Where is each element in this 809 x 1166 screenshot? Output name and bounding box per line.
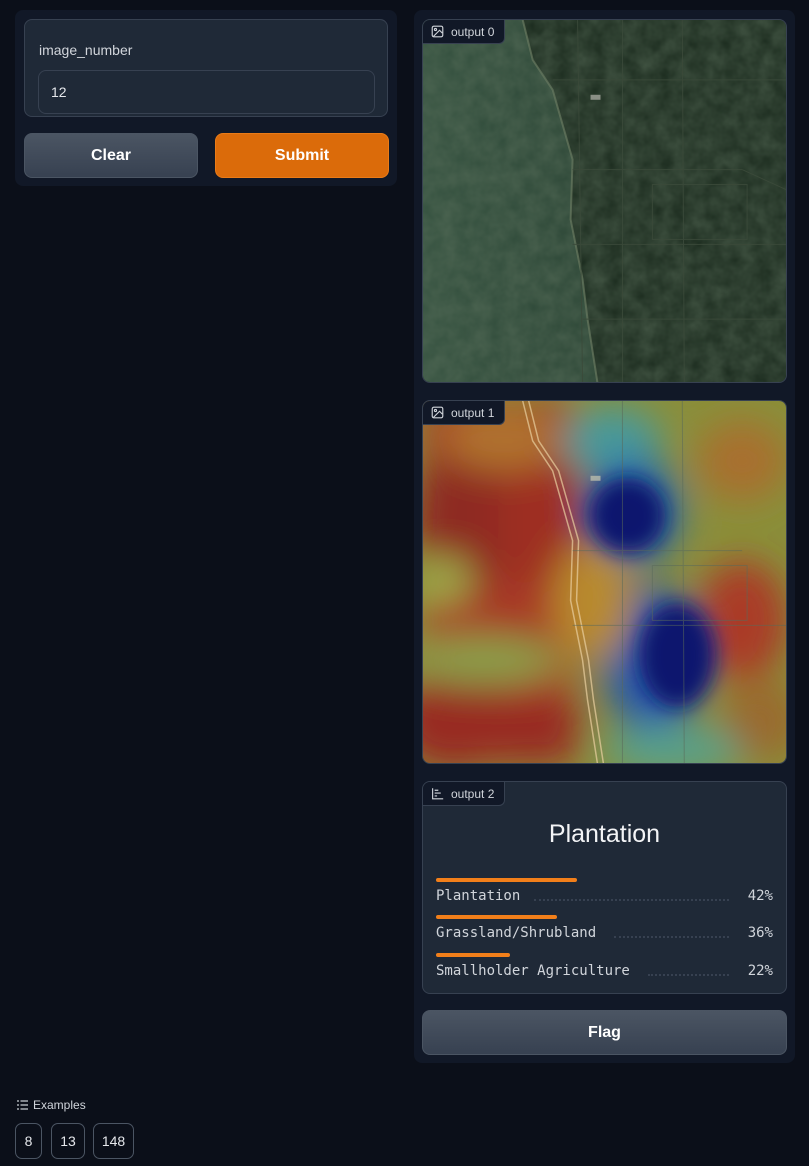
confidence-bar	[436, 915, 557, 919]
confidence-label: Grassland/Shrubland	[436, 925, 597, 941]
output-2-label: output 2 Plantation Plantation 42% Grass…	[422, 781, 787, 994]
confidence-row[interactable]: Grassland/Shrubland 36%	[436, 915, 773, 951]
output-panel: output 0 output 1 output 2 Plantation Pl…	[414, 10, 795, 1063]
satellite-image	[423, 20, 786, 382]
flag-button[interactable]: Flag	[422, 1010, 787, 1055]
input-panel: image_number Clear Submit	[15, 10, 397, 186]
heatmap-image	[423, 401, 786, 763]
clear-button[interactable]: Clear	[24, 133, 198, 178]
bar-chart-icon	[432, 788, 444, 800]
confidence-bar	[436, 953, 510, 957]
examples-label: Examples	[33, 1098, 86, 1112]
confidence-label: Plantation	[436, 888, 521, 904]
example-button[interactable]: 13	[51, 1123, 85, 1159]
confidence-label: Smallholder Agriculture	[436, 963, 630, 979]
predicted-label: Plantation	[548, 820, 661, 848]
output-1-tag: output 1	[423, 401, 506, 425]
confidence-bar	[436, 878, 577, 882]
image-icon	[431, 25, 444, 38]
examples-header: Examples	[17, 1098, 86, 1112]
output-2-tag: output 2	[423, 782, 506, 806]
output-0-tag: output 0	[423, 20, 506, 44]
example-button[interactable]: 8	[15, 1123, 42, 1159]
list-icon	[17, 1100, 28, 1110]
image-number-input[interactable]	[38, 70, 375, 114]
confidence-row[interactable]: Smallholder Agriculture 22%	[436, 953, 773, 989]
confidence-dots	[614, 936, 729, 938]
output-1-label: output 1	[451, 405, 495, 420]
confidence-dots	[648, 974, 729, 976]
confidence-value: 42%	[747, 888, 773, 904]
submit-button[interactable]: Submit	[215, 133, 389, 178]
output-2-label-text: output 2	[451, 786, 495, 801]
output-0-label: output 0	[451, 24, 495, 39]
image-number-block: image_number	[24, 19, 388, 117]
image-icon	[431, 406, 444, 419]
confidence-dots	[534, 899, 729, 901]
example-button[interactable]: 148	[93, 1123, 134, 1159]
confidence-row[interactable]: Plantation 42%	[436, 878, 773, 914]
confidence-value: 36%	[747, 925, 773, 941]
image-number-label: image_number	[39, 42, 133, 58]
output-0-image: output 0	[422, 19, 787, 383]
output-1-image: output 1	[422, 400, 787, 764]
confidence-value: 22%	[747, 963, 773, 979]
